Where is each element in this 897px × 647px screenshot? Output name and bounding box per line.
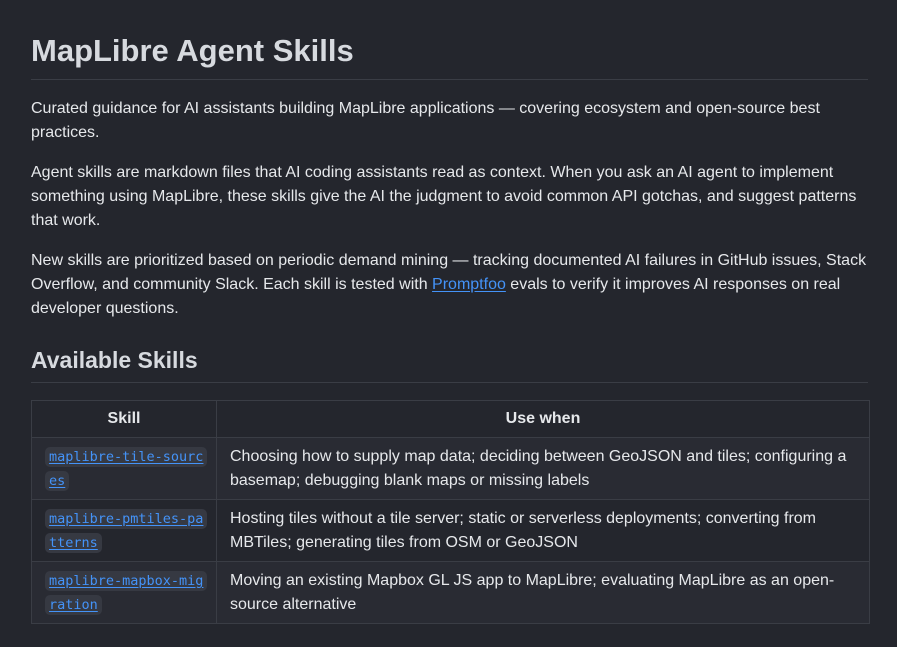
explanation-paragraph: Agent skills are markdown files that AI …: [31, 164, 857, 229]
title-divider: [31, 79, 868, 80]
intro-paragraph: Curated guidance for AI assistants build…: [31, 100, 820, 141]
skill-cell: maplibre-pmtiles-patterns: [31, 499, 217, 562]
readme-document: MapLibre Agent Skills Curated guidance f…: [0, 0, 897, 647]
skills-heading: Available Skills: [31, 347, 198, 373]
promptfoo-link[interactable]: Promptfoo: [432, 276, 506, 293]
skill-link-pmtiles-patterns[interactable]: maplibre-pmtiles-patterns: [45, 509, 208, 553]
table-row: maplibre-tile-sources Choosing how to su…: [31, 437, 870, 500]
use-when-cell: Moving an existing Mapbox GL JS app to M…: [216, 561, 870, 624]
table-row: maplibre-pmtiles-patterns Hosting tiles …: [31, 499, 870, 562]
prioritization-paragraph: New skills are prioritized based on peri…: [31, 249, 868, 321]
header-skill: Skill: [31, 400, 217, 438]
table-header-row: Skill Use when: [31, 400, 870, 438]
page-title: MapLibre Agent Skills: [31, 33, 354, 68]
skill-link-tile-sources[interactable]: maplibre-tile-sources: [45, 447, 208, 491]
table-row: maplibre-mapbox-migration Moving an exis…: [31, 561, 870, 624]
skills-divider: [31, 382, 868, 383]
skills-table: Skill Use when maplibre-tile-sources Cho…: [31, 400, 870, 624]
skill-cell: maplibre-tile-sources: [31, 437, 217, 500]
use-when-cell: Choosing how to supply map data; decidin…: [216, 437, 870, 500]
use-when-cell: Hosting tiles without a tile server; sta…: [216, 499, 870, 562]
skill-link-mapbox-migration[interactable]: maplibre-mapbox-migration: [45, 571, 208, 615]
header-use-when: Use when: [216, 400, 870, 438]
skill-cell: maplibre-mapbox-migration: [31, 561, 217, 624]
